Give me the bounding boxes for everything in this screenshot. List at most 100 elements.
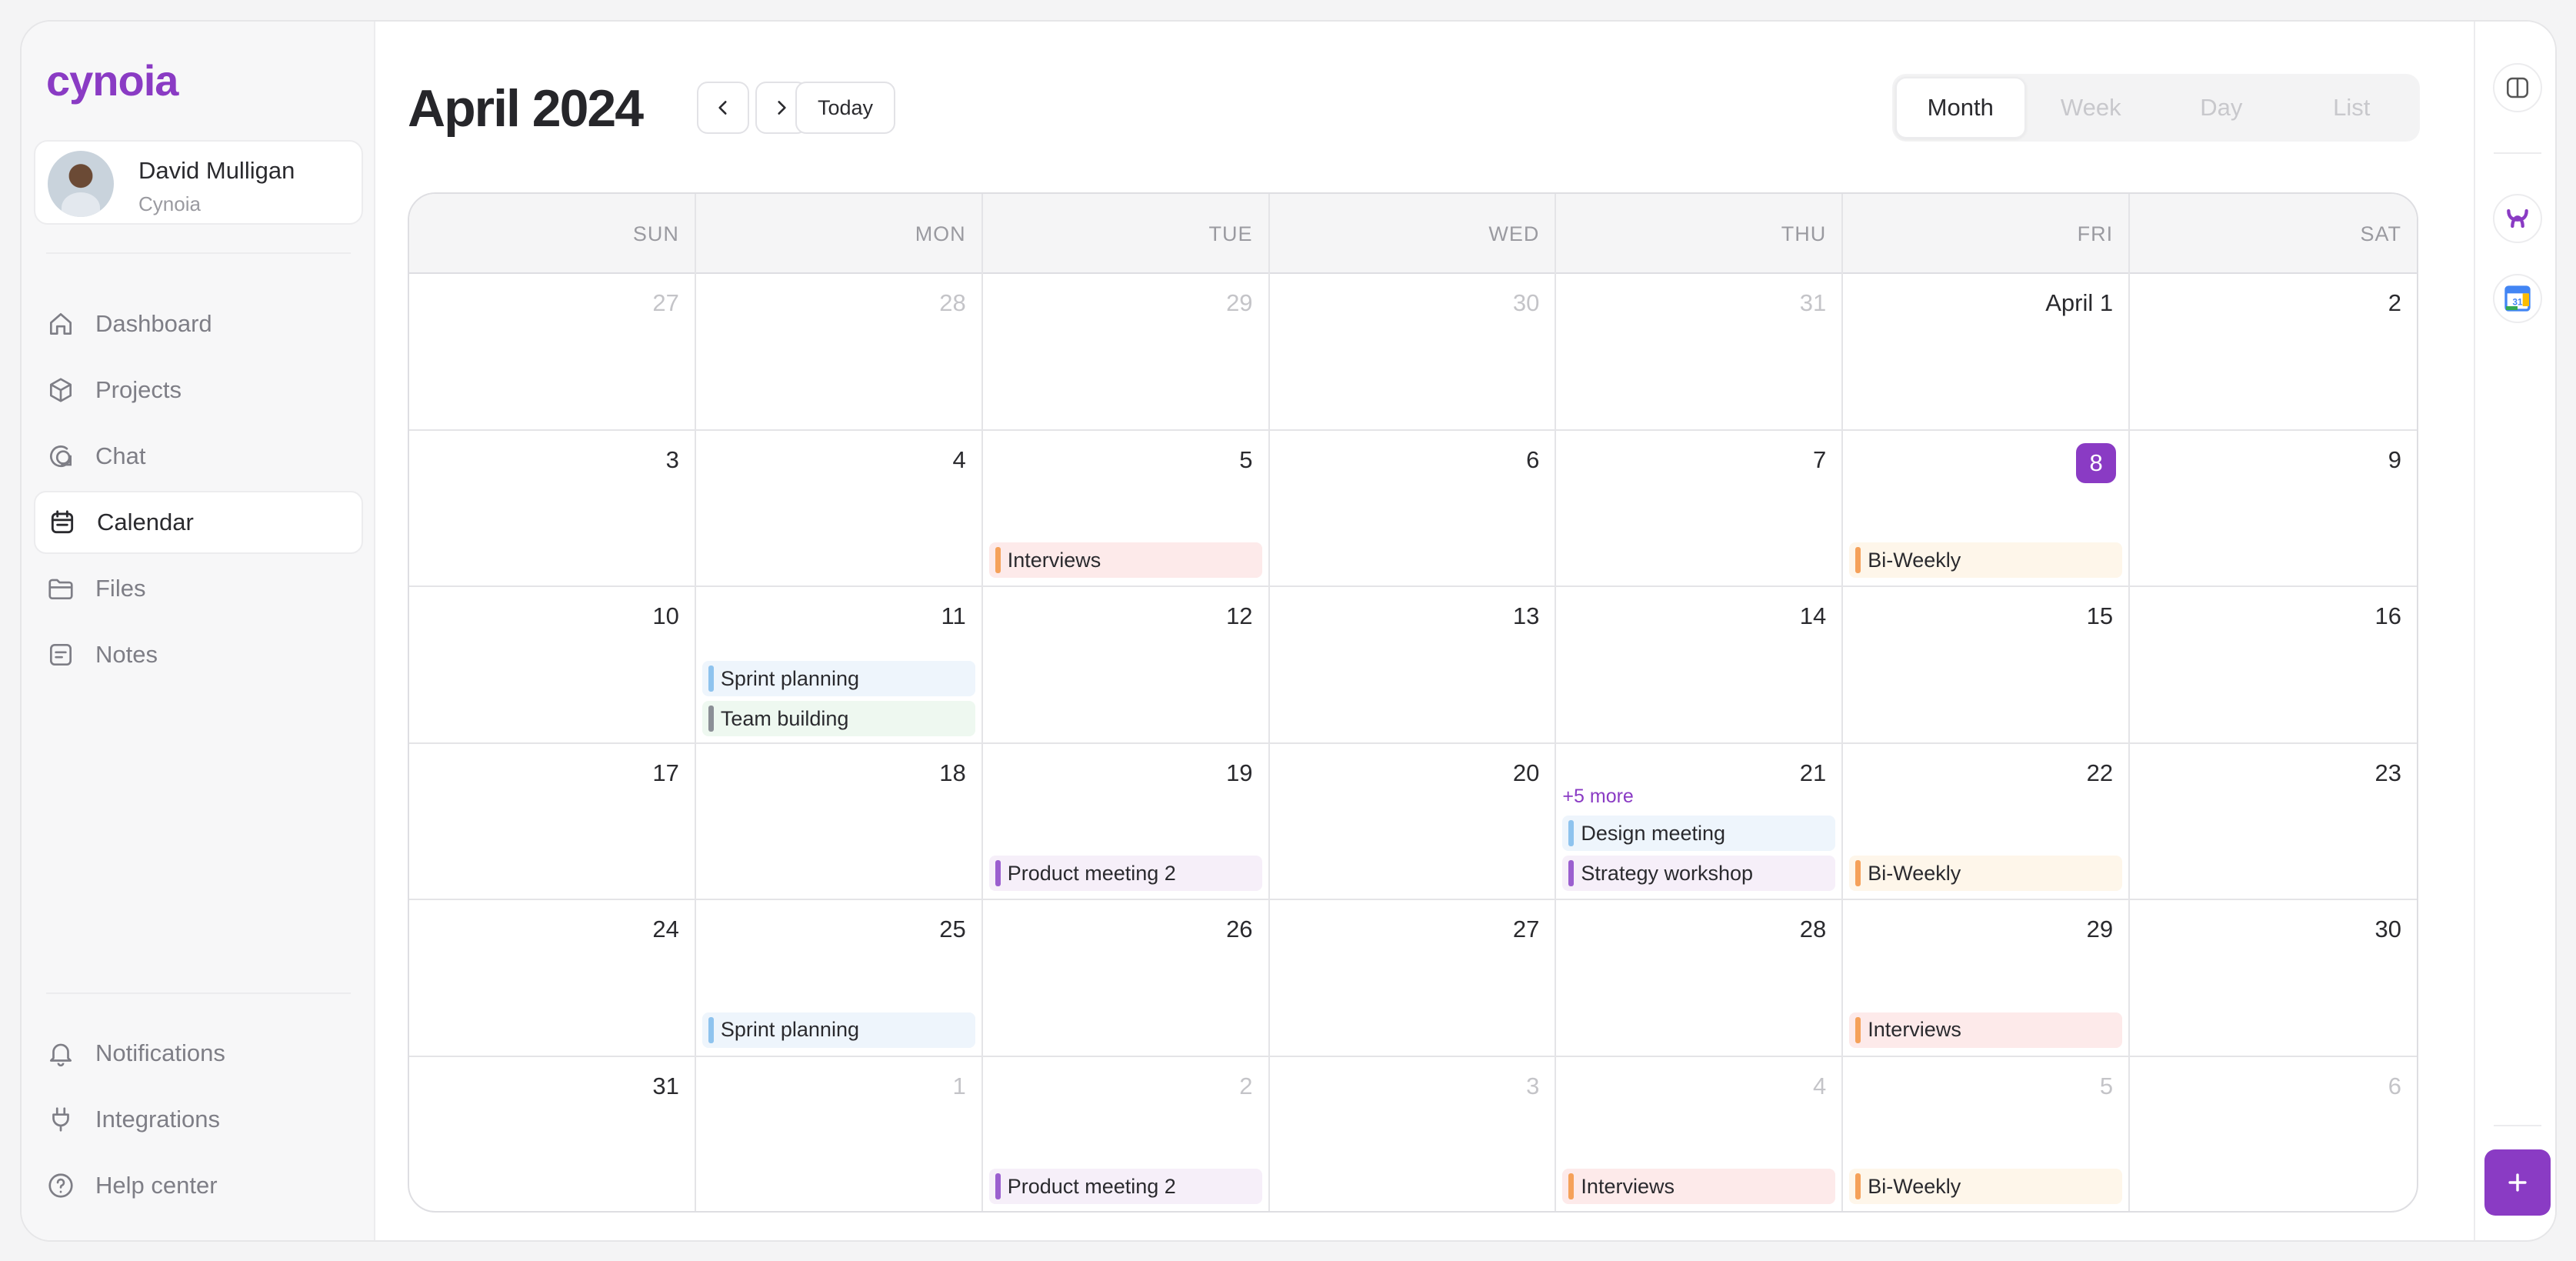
weekday-label: SAT: [2360, 222, 2401, 245]
sidebar-item-chat[interactable]: Chat: [34, 425, 363, 488]
calendar-event[interactable]: Bi-Weekly: [1849, 542, 2123, 578]
day-number: 28: [939, 289, 966, 316]
day-cell[interactable]: 12: [982, 587, 1270, 744]
tab-day[interactable]: Day: [2156, 77, 2287, 138]
avatar: [48, 151, 114, 217]
day-cell[interactable]: 15: [1843, 587, 2131, 744]
day-cell[interactable]: 7: [1556, 430, 1844, 587]
page-title: April 2024: [408, 79, 644, 138]
event-title: Interviews: [1868, 1018, 1961, 1041]
day-cell[interactable]: 9: [2130, 431, 2417, 587]
calendar-event[interactable]: Sprint planning: [701, 1012, 975, 1048]
day-cell[interactable]: 31: [409, 1056, 696, 1211]
google-calendar-icon: 31: [2504, 285, 2531, 312]
more-events-link[interactable]: +5 more: [1562, 786, 1633, 808]
day-number: 22: [2086, 759, 2114, 786]
day-cell[interactable]: 10: [409, 587, 696, 744]
sidebar-item-notes[interactable]: Notes: [34, 623, 363, 686]
toggle-panel-button[interactable]: [2493, 63, 2542, 112]
tab-month[interactable]: Month: [1895, 77, 2026, 138]
day-cell[interactable]: 22 Bi-Weekly: [1843, 743, 2131, 900]
calendar-event[interactable]: Team building: [701, 701, 975, 736]
day-number: 6: [1526, 445, 1540, 473]
prev-month-button[interactable]: [697, 82, 749, 134]
day-cell[interactable]: 4 Interviews: [1556, 1056, 1844, 1211]
day-cell[interactable]: 17: [409, 743, 696, 900]
sidebar-item-projects[interactable]: Projects: [34, 359, 363, 422]
day-cell[interactable]: 29: [982, 274, 1270, 431]
day-cell[interactable]: 27: [409, 274, 696, 431]
calendar-event[interactable]: Bi-Weekly: [1849, 1169, 2123, 1204]
day-cell[interactable]: 25 Sprint planning: [695, 900, 983, 1057]
calendar-event[interactable]: Product meeting 2: [988, 1169, 1262, 1204]
day-cell[interactable]: 11 Sprint planning Team building: [695, 587, 983, 744]
calendar-event[interactable]: Sprint planning: [701, 661, 975, 696]
add-event-button[interactable]: [2484, 1149, 2551, 1216]
day-cell[interactable]: 21 +5 more Design meeting Strategy workshop: [1556, 743, 1844, 900]
day-cell[interactable]: 26: [982, 900, 1270, 1057]
calendar-event[interactable]: Interviews: [1849, 1012, 2123, 1048]
day-cell[interactable]: 31: [1556, 274, 1844, 431]
day-cell[interactable]: 4: [695, 430, 983, 587]
day-cell[interactable]: 6: [2130, 1057, 2417, 1212]
calendar-event[interactable]: Strategy workshop: [1562, 856, 1836, 891]
day-number: 23: [2374, 759, 2401, 786]
day-cell[interactable]: 6: [1269, 430, 1557, 587]
day-cell[interactable]: 13: [1269, 587, 1557, 744]
day-cell[interactable]: 30: [2130, 900, 2417, 1057]
tab-week[interactable]: Week: [2026, 77, 2157, 138]
sidebar-item-help-center[interactable]: Help center: [34, 1154, 363, 1217]
day-cell[interactable]: 30: [1269, 274, 1557, 431]
day-number: 18: [939, 759, 966, 786]
day-number: 29: [2086, 916, 2114, 942]
day-number: 3: [1526, 1072, 1540, 1099]
day-cell[interactable]: 16: [2130, 587, 2417, 744]
day-cell[interactable]: 27: [1269, 900, 1557, 1057]
day-cell[interactable]: 18: [695, 743, 983, 900]
cynoia-logo[interactable]: cynoia: [46, 56, 178, 105]
day-cell[interactable]: 3: [1270, 1056, 1557, 1211]
sidebar-item-notifications[interactable]: Notifications: [34, 1022, 363, 1085]
calendar-event[interactable]: Design meeting: [1562, 816, 1836, 851]
calendar-event[interactable]: Bi-Weekly: [1849, 856, 2123, 891]
day-cell[interactable]: 5 Interviews: [982, 430, 1270, 587]
day-cell[interactable]: 23: [2130, 744, 2417, 900]
event-title: Strategy workshop: [1581, 861, 1754, 885]
right-toolbar: 31: [2474, 22, 2555, 1240]
user-card[interactable]: David Mulligan Cynoia: [34, 140, 363, 225]
day-number: 7: [1813, 445, 1827, 473]
sidebar-item-dashboard[interactable]: Dashboard: [34, 292, 363, 355]
day-number: 16: [2374, 602, 2401, 629]
day-cell[interactable]: 19 Product meeting 2: [982, 743, 1270, 900]
day-cell[interactable]: 24: [409, 900, 696, 1057]
calendar-event[interactable]: Product meeting 2: [988, 856, 1262, 891]
day-number: 27: [652, 289, 679, 316]
event-title: Bi-Weekly: [1868, 1174, 1961, 1198]
day-cell[interactable]: 29 Interviews: [1843, 900, 2131, 1057]
day-cell[interactable]: 3: [409, 430, 696, 587]
day-cell[interactable]: 2 Product meeting 2: [983, 1056, 1270, 1211]
day-number: 29: [1226, 289, 1253, 316]
day-cell[interactable]: 28: [695, 274, 983, 431]
day-cell[interactable]: 5 Bi-Weekly: [1843, 1056, 2131, 1211]
sidebar-item-integrations[interactable]: Integrations: [34, 1088, 363, 1151]
event-title: Product meeting 2: [1007, 861, 1176, 885]
day-cell[interactable]: 14: [1556, 587, 1844, 744]
day-number: 31: [1799, 289, 1827, 316]
today-button[interactable]: Today: [795, 82, 895, 134]
calendar-event[interactable]: Interviews: [988, 542, 1262, 578]
sidebar-item-calendar[interactable]: Calendar: [34, 491, 363, 554]
chevron-left-icon: [718, 101, 727, 115]
sidebar-item-files[interactable]: Files: [34, 557, 363, 620]
cynoia-app-button[interactable]: [2493, 194, 2542, 243]
day-cell[interactable]: 8 Bi-Weekly: [1843, 430, 2131, 587]
calendar-event[interactable]: Interviews: [1562, 1169, 1836, 1204]
day-cell[interactable]: 20: [1269, 743, 1557, 900]
google-calendar-button[interactable]: 31: [2493, 274, 2542, 323]
day-cell[interactable]: 28: [1556, 900, 1844, 1057]
day-cell[interactable]: 2: [2130, 274, 2417, 431]
tab-list[interactable]: List: [2287, 77, 2418, 138]
day-cell[interactable]: April 1: [1843, 274, 2131, 431]
day-cell[interactable]: 1: [696, 1056, 983, 1211]
day-number: 30: [2374, 916, 2401, 942]
